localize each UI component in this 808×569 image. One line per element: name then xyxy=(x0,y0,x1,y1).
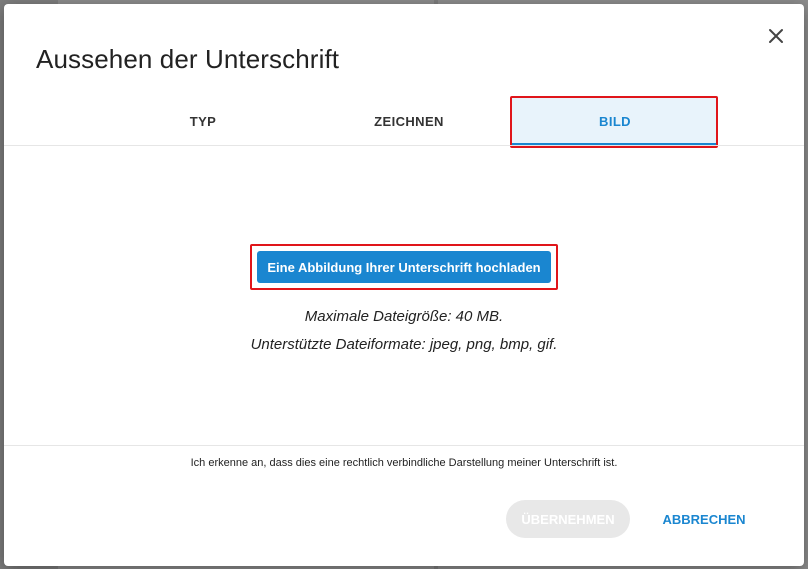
close-button[interactable] xyxy=(762,22,790,50)
signature-appearance-dialog: Aussehen der Unterschrift TYP ZEICHNEN B… xyxy=(4,4,804,566)
supported-formats-text: Unterstützte Dateiformate: jpeg, png, bm… xyxy=(250,336,558,353)
apply-button[interactable]: ÜBERNEHMEN xyxy=(506,500,630,538)
tab-typ[interactable]: TYP xyxy=(100,96,306,146)
upload-signature-button[interactable]: Eine Abbildung Ihrer Unterschrift hochla… xyxy=(257,251,551,283)
divider xyxy=(4,145,804,146)
max-file-size-text: Maximale Dateigröße: 40 MB. xyxy=(304,308,504,325)
upload-highlight-frame: Eine Abbildung Ihrer Unterschrift hochla… xyxy=(250,244,558,290)
cancel-button[interactable]: ABBRECHEN xyxy=(650,500,758,538)
legal-acknowledgement-text: Ich erkenne an, dass dies eine rechtlich… xyxy=(190,457,618,469)
divider xyxy=(4,445,804,446)
tab-zeichnen[interactable]: ZEICHNEN xyxy=(306,96,512,146)
tab-bar: TYP ZEICHNEN BILD xyxy=(100,96,718,146)
close-icon xyxy=(769,29,783,43)
tab-bild[interactable]: BILD xyxy=(512,96,718,146)
dialog-title: Aussehen der Unterschrift xyxy=(36,44,340,74)
